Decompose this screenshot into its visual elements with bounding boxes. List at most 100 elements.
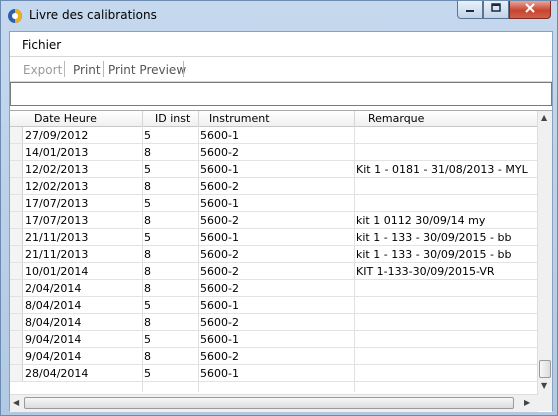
row-selector[interactable] xyxy=(10,331,23,347)
toolbar-separator xyxy=(64,61,65,77)
cell-date: 10/01/2014 xyxy=(25,265,89,278)
table-row[interactable]: 9/04/2014 8 5600-2 xyxy=(10,348,538,365)
print-button[interactable]: Print xyxy=(73,63,101,77)
cell-instrument: 5600-1 xyxy=(200,163,239,176)
row-selector[interactable] xyxy=(10,195,23,211)
cell-instrument: 5600-1 xyxy=(200,333,239,346)
table-row[interactable]: 9/04/2014 5 5600-1 xyxy=(10,331,538,348)
cell-id: 8 xyxy=(144,214,151,227)
cell-remarque: kit 1 0112 30/09/14 my xyxy=(356,214,486,227)
table-row[interactable]: 17/07/2013 8 5600-2 kit 1 0112 30/09/14 my xyxy=(10,212,538,229)
row-selector[interactable] xyxy=(10,263,23,279)
column-divider[interactable] xyxy=(198,111,199,126)
cell-instrument: 5600-2 xyxy=(200,350,239,363)
cell-date: 9/04/2014 xyxy=(25,350,82,363)
table-row[interactable]: 2/04/2014 8 5600-2 xyxy=(10,280,538,297)
title-bar[interactable]: Livre des calibrations xyxy=(1,1,557,31)
table-row[interactable]: 27/09/2012 5 5600-1 xyxy=(10,127,538,144)
cell-instrument: 5600-2 xyxy=(200,265,239,278)
print-preview-button[interactable]: Print Preview xyxy=(108,63,186,77)
menu-bar: Fichier xyxy=(10,32,552,57)
column-header-remarque[interactable]: Remarque xyxy=(368,112,424,125)
client-area: Fichier Export Print Print Preview Date … xyxy=(9,31,553,412)
cell-instrument: 5600-1 xyxy=(200,129,239,142)
table-row[interactable]: 8/04/2014 8 5600-2 xyxy=(10,314,538,331)
cell-id: 5 xyxy=(144,231,151,244)
cell-date: 9/04/2014 xyxy=(25,333,82,346)
table-row[interactable]: 14/01/2013 8 5600-2 xyxy=(10,144,538,161)
vertical-scroll-thumb[interactable] xyxy=(539,360,551,378)
maximize-icon xyxy=(491,3,501,16)
cell-instrument: 5600-1 xyxy=(200,299,239,312)
cell-date: 27/09/2012 xyxy=(25,129,89,142)
cell-id: 5 xyxy=(144,299,151,312)
vertical-scrollbar[interactable]: ▲ ▼ xyxy=(537,111,552,394)
minimize-button[interactable] xyxy=(457,1,483,19)
cell-id: 5 xyxy=(144,129,151,142)
row-selector[interactable] xyxy=(10,161,23,177)
close-button[interactable] xyxy=(509,1,551,19)
column-header-instrument[interactable]: Instrument xyxy=(209,112,270,125)
cell-date: 17/07/2013 xyxy=(25,214,89,227)
grid-header: Date Heure ID inst Instrument Remarque xyxy=(10,111,538,127)
filter-input[interactable] xyxy=(10,82,552,106)
row-selector[interactable] xyxy=(10,246,23,262)
table-row[interactable]: 21/11/2013 8 5600-2 kit 1 - 133 - 30/09/201… xyxy=(10,246,538,263)
row-selector[interactable] xyxy=(10,212,23,228)
row-selector[interactable] xyxy=(10,178,23,194)
cell-remarque: Kit 1 - 0181 - 31/08/2013 - MYL xyxy=(356,163,528,176)
cell-id: 8 xyxy=(144,248,151,261)
horizontal-scroll-thumb[interactable] xyxy=(24,397,514,409)
cell-remarque: kit 1 - 133 - 30/09/2015 - bb xyxy=(356,248,512,261)
cell-date: 14/01/2013 xyxy=(25,146,89,159)
column-header-date[interactable]: Date Heure xyxy=(34,112,97,125)
cell-date: 28/04/2014 xyxy=(25,367,89,380)
table-row[interactable]: 28/04/2014 5 5600-1 xyxy=(10,365,538,382)
toolbar-separator xyxy=(103,61,104,77)
row-selector[interactable] xyxy=(10,144,23,160)
table-row[interactable]: 17/07/2013 5 5600-1 xyxy=(10,195,538,212)
cell-date: 12/02/2013 xyxy=(25,163,89,176)
cell-date: 21/11/2013 xyxy=(25,248,89,261)
table-row[interactable]: 10/01/2014 8 5600-2 KIT 1-133-30/09/2015-VR xyxy=(10,263,538,280)
cell-date: 8/04/2014 xyxy=(25,299,82,312)
cell-id: 5 xyxy=(144,163,151,176)
cell-id: 5 xyxy=(144,333,151,346)
scroll-down-icon[interactable]: ▼ xyxy=(541,381,547,390)
calibration-grid: Date Heure ID inst Instrument Remarque 2… xyxy=(10,110,552,412)
row-selector[interactable] xyxy=(10,348,23,364)
cell-instrument: 5600-2 xyxy=(200,146,239,159)
table-row[interactable]: 21/11/2013 5 5600-1 kit 1 - 133 - 30/09/201… xyxy=(10,229,538,246)
table-row[interactable]: 12/02/2013 8 5600-2 xyxy=(10,178,538,195)
cell-instrument: 5600-1 xyxy=(200,367,239,380)
cell-id: 8 xyxy=(144,282,151,295)
scroll-right-icon[interactable]: ▶ xyxy=(524,398,530,407)
cell-id: 8 xyxy=(144,316,151,329)
menu-fichier[interactable]: Fichier xyxy=(22,38,61,52)
cell-id: 8 xyxy=(144,350,151,363)
window-title: Livre des calibrations xyxy=(29,8,157,22)
row-selector[interactable] xyxy=(10,314,23,330)
maximize-button[interactable] xyxy=(483,1,509,19)
column-divider[interactable] xyxy=(354,111,355,126)
horizontal-scrollbar[interactable]: ◀ ▶ xyxy=(10,394,538,412)
scroll-left-icon[interactable]: ◀ xyxy=(13,398,19,407)
cell-date: 8/04/2014 xyxy=(25,316,82,329)
cell-id: 8 xyxy=(144,180,151,193)
row-selector[interactable] xyxy=(10,280,23,296)
column-header-id[interactable]: ID inst xyxy=(155,112,190,125)
table-row[interactable]: 12/02/2013 5 5600-1 Kit 1 - 0181 - 31/08/20… xyxy=(10,161,538,178)
row-selector[interactable] xyxy=(10,297,23,313)
table-row[interactable]: 8/04/2014 5 5600-1 xyxy=(10,297,538,314)
row-selector[interactable] xyxy=(10,127,23,143)
minimize-icon xyxy=(465,3,475,16)
row-selector[interactable] xyxy=(10,365,23,381)
app-icon xyxy=(7,8,23,24)
export-button[interactable]: Export xyxy=(23,63,62,77)
scroll-up-icon[interactable]: ▲ xyxy=(541,113,547,122)
row-selector[interactable] xyxy=(10,229,23,245)
column-divider[interactable] xyxy=(142,111,143,126)
toolbar: Export Print Print Preview xyxy=(10,57,552,82)
cell-instrument: 5600-2 xyxy=(200,282,239,295)
scrollbar-corner xyxy=(538,394,552,411)
